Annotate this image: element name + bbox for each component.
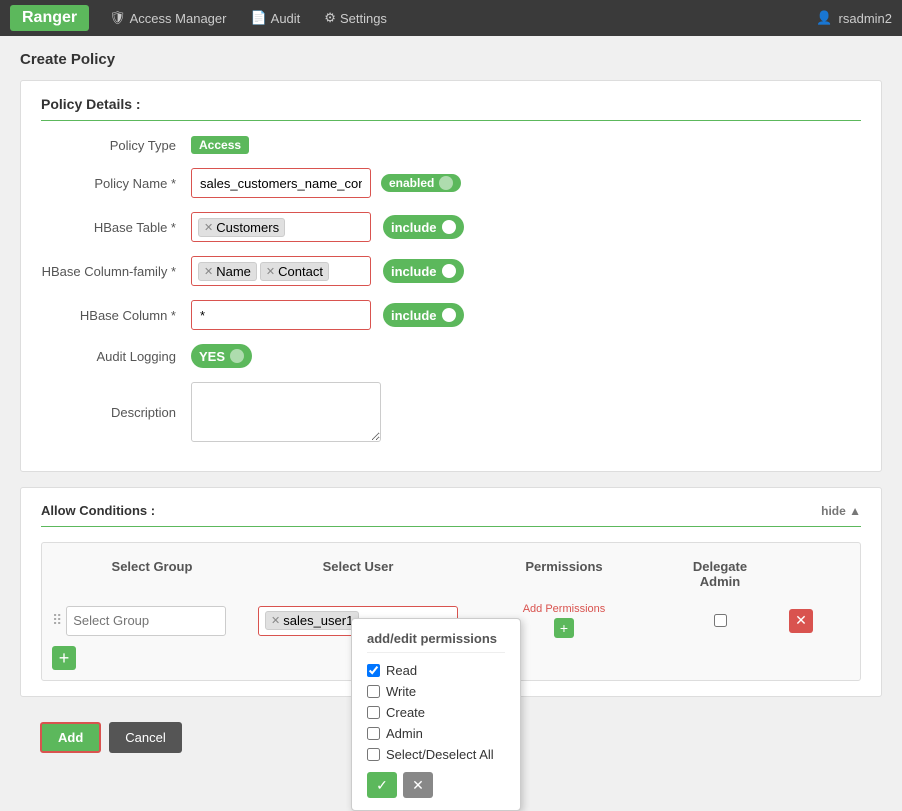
read-checkbox[interactable] [367,664,380,677]
delegate-admin-checkbox[interactable] [714,614,727,627]
delete-cell: ✕ [776,609,826,633]
popup-ok-button[interactable]: ✓ [367,772,397,798]
audit-icon: 📄 [250,10,266,26]
hbase-table-input[interactable]: ✕ Customers [191,212,371,242]
hbase-column-family-tag-contact: ✕ Contact [260,262,329,281]
header-select-user: Select User [258,553,458,595]
user-info: 👤 rsadmin2 [816,10,892,26]
hide-link[interactable]: hide ▲ [821,504,861,518]
remove-contact-tag[interactable]: ✕ [266,265,275,278]
audit-logging-label: Audit Logging [41,349,191,364]
add-permissions-button[interactable]: + [554,618,574,638]
description-row: Description [41,382,861,442]
popup-cancel-button[interactable]: ✕ [403,772,433,798]
header-select-group: Select Group [52,553,252,595]
policy-name-row: Policy Name * enabled [41,168,861,198]
hbase-column-family-tag-name: ✕ Name [198,262,257,281]
include-dot-col [442,308,456,322]
select-all-checkbox[interactable] [367,748,380,761]
add-button[interactable]: Add [40,722,101,753]
audit-logging-toggle[interactable]: YES [191,344,252,368]
user-icon: 👤 [816,10,832,26]
hbase-column-family-include-toggle[interactable]: include [383,259,464,283]
delete-row-button[interactable]: ✕ [789,609,813,633]
popup-select-all-option: Select/Deselect All [367,747,505,762]
hbase-table-tag: ✕ Customers [198,218,285,237]
create-checkbox[interactable] [367,706,380,719]
cancel-button[interactable]: Cancel [109,722,181,753]
remove-name-tag[interactable]: ✕ [204,265,213,278]
popup-box: add/edit permissions Read Write Create A… [351,618,521,811]
hbase-column-input[interactable] [191,300,371,330]
enabled-toggle[interactable]: enabled [381,174,461,192]
top-navigation: Ranger 🛡 Access Manager 📄 Audit ⚙ Settin… [0,0,902,36]
yes-toggle-knob [230,349,244,363]
description-label: Description [41,405,191,420]
write-checkbox[interactable] [367,685,380,698]
description-textarea[interactable] [191,382,381,442]
allow-title-bar: Allow Conditions : hide ▲ [41,503,861,527]
drag-cell: ⠿ [52,606,252,636]
hbase-column-family-input[interactable]: ✕ Name ✕ Contact [191,256,371,286]
hbase-table-row: HBase Table * ✕ Customers include [41,212,861,242]
brand-logo[interactable]: Ranger [10,5,89,31]
popup-read-option: Read [367,663,505,678]
policy-name-input[interactable] [191,168,371,198]
section-title-policy: Policy Details : [41,96,861,121]
policy-type-row: Policy Type Access [41,136,861,154]
hbase-column-include-toggle[interactable]: include [383,303,464,327]
user-tag-sales-user1: ✕ sales_user1 [265,611,359,630]
policy-type-label: Policy Type [41,138,191,153]
page-title: Create Policy [20,51,882,68]
audit-logging-row: Audit Logging YES [41,344,861,368]
policy-type-badge: Access [191,136,249,154]
popup-actions: ✓ ✕ [367,772,505,798]
delegate-admin-cell [670,614,770,627]
hbase-column-label: HBase Column * [41,308,191,323]
add-permissions-label: Add Permissions [523,603,606,615]
remove-user-tag[interactable]: ✕ [271,614,280,627]
toggle-knob [439,176,453,190]
hbase-column-family-label: HBase Column-family * [41,264,191,279]
policy-name-label: Policy Name * [41,176,191,191]
add-row-button[interactable]: + [52,646,76,670]
include-dot-cf [442,264,456,278]
admin-checkbox[interactable] [367,727,380,740]
hbase-column-row: HBase Column * include [41,300,861,330]
nav-access-manager[interactable]: 🛡 Access Manager [97,4,238,32]
policy-details-section: Policy Details : Policy Type Access Poli… [20,80,882,472]
hbase-table-include-toggle[interactable]: include [383,215,464,239]
conditions-table-header: Select Group Select User Permissions Del… [52,553,850,595]
allow-conditions-label: Allow Conditions : [41,503,155,518]
popup-write-option: Write [367,684,505,699]
settings-icon: ⚙ [324,10,336,26]
drag-handle-icon[interactable]: ⠿ [52,612,62,629]
header-permissions: Permissions [464,553,664,595]
include-dot [442,220,456,234]
enabled-label: enabled [389,176,434,190]
remove-customers-tag[interactable]: ✕ [204,221,213,234]
permissions-popup: add/edit permissions Read Write Create A… [351,618,521,811]
allow-conditions-section: Allow Conditions : hide ▲ Select Group S… [20,487,882,697]
hbase-table-label: HBase Table * [41,220,191,235]
select-group-input[interactable] [66,606,226,636]
nav-settings[interactable]: ⚙ Settings [312,4,399,32]
header-delete [776,553,826,595]
nav-audit[interactable]: 📄 Audit [238,4,312,32]
popup-create-option: Create [367,705,505,720]
popup-admin-option: Admin [367,726,505,741]
hbase-column-family-row: HBase Column-family * ✕ Name ✕ Contact i… [41,256,861,286]
header-delegate-admin: DelegateAdmin [670,553,770,595]
shield-icon: 🛡 [109,10,126,26]
popup-title: add/edit permissions [367,631,505,653]
